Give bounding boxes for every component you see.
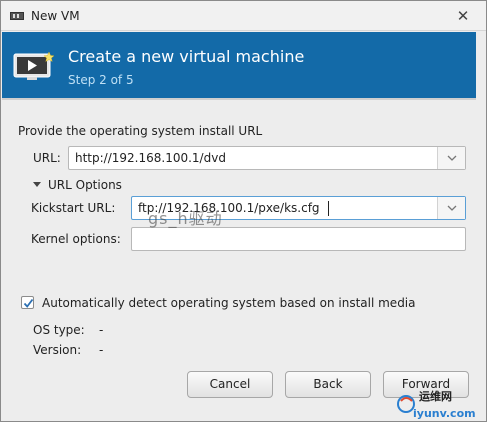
text-cursor: [328, 201, 329, 216]
watermark-logo: 运维网 iyunv.com: [397, 389, 476, 420]
virt-manager-icon: [10, 12, 24, 20]
kickstart-label: Kickstart URL:: [31, 201, 116, 215]
expander-arrow-icon[interactable]: [33, 182, 41, 187]
wizard-step: Step 2 of 5: [68, 73, 134, 87]
close-icon[interactable]: ✕: [453, 7, 473, 25]
kernel-options-input[interactable]: [131, 227, 466, 251]
install-url-heading: Provide the operating system install URL: [18, 124, 263, 138]
title-bar: New VM ✕: [1, 1, 486, 31]
autodetect-checkbox[interactable]: [21, 296, 34, 309]
autodetect-label[interactable]: Automatically detect operating system ba…: [42, 296, 416, 310]
checkmark-icon: [23, 298, 34, 308]
kickstart-dropdown-button[interactable]: [437, 197, 465, 219]
wizard-body: Provide the operating system install URL…: [2, 100, 476, 420]
version-label: Version:: [33, 343, 82, 357]
window-title: New VM: [31, 9, 80, 23]
watermark-overlay: gs_h驱动: [148, 209, 223, 228]
vm-monitor-icon: [13, 51, 55, 80]
os-type-label: OS type:: [33, 323, 85, 337]
wizard-title: Create a new virtual machine: [68, 47, 305, 66]
cancel-button[interactable]: Cancel: [187, 371, 273, 398]
url-input[interactable]: http://192.168.100.1/dvd: [75, 151, 226, 165]
chevron-down-icon: [447, 155, 457, 161]
watermark-cn: 运维网: [419, 389, 452, 403]
url-label: URL:: [33, 151, 61, 165]
url-options-expander[interactable]: URL Options: [48, 178, 122, 192]
back-button[interactable]: Back: [285, 371, 371, 398]
os-type-value: -: [99, 323, 104, 337]
watermark-domain: iyunv.com: [413, 407, 476, 420]
url-combo[interactable]: http://192.168.100.1/dvd: [68, 146, 466, 170]
kernel-options-label: Kernel options:: [31, 232, 121, 246]
url-dropdown-button[interactable]: [437, 147, 465, 169]
new-vm-dialog: New VM ✕ Create a new virtual machine St…: [0, 0, 487, 422]
version-value: -: [99, 343, 104, 357]
chevron-down-icon: [447, 205, 457, 211]
wizard-header: Create a new virtual machine Step 2 of 5: [2, 32, 476, 98]
